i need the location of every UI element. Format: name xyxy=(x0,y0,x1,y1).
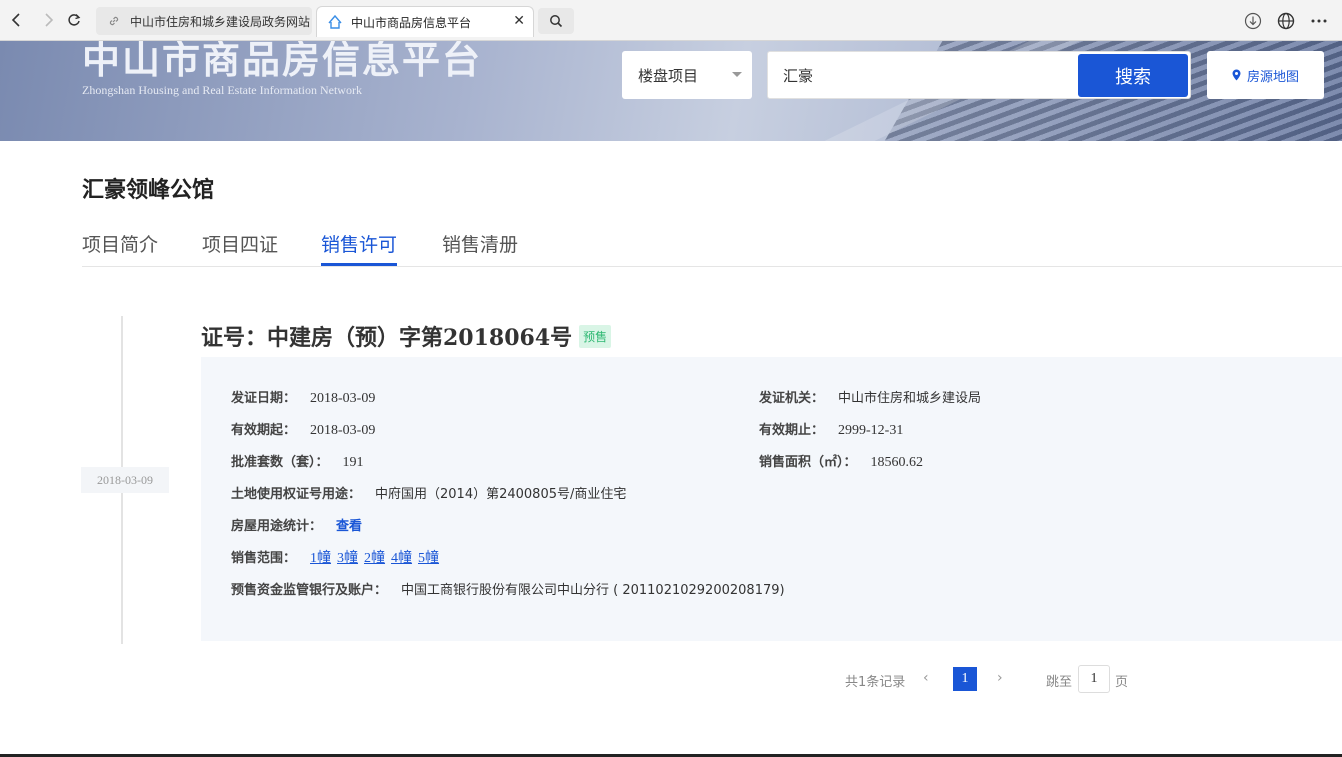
select-value: 楼盘项目 xyxy=(638,66,699,85)
housing-map-label: 房源地图 xyxy=(1246,69,1299,85)
building-link[interactable]: 1幢 xyxy=(310,551,331,566)
housing-map-button[interactable]: 房源地图 xyxy=(1207,51,1324,99)
units-row: 批准套数（套）： 191 xyxy=(231,451,364,471)
link-icon xyxy=(106,13,122,29)
valid-from-row: 有效期起： 2018-03-09 xyxy=(231,419,375,439)
field-label: 发证日期： xyxy=(231,391,297,406)
chevron-down-icon xyxy=(732,72,742,77)
close-icon[interactable]: ✕ xyxy=(513,13,525,29)
jump-label: 跳至 xyxy=(1046,675,1073,690)
field-value: 中山市住房和城乡建设局 xyxy=(838,391,982,406)
field-value: 2999-12-31 xyxy=(838,423,904,438)
back-icon[interactable] xyxy=(6,9,28,31)
field-value: 18560.62 xyxy=(870,455,924,470)
valid-to-row: 有效期止： 2999-12-31 xyxy=(759,419,903,439)
field-label: 销售范围： xyxy=(231,551,297,566)
field-label: 发证机关： xyxy=(759,391,825,406)
field-value: 2018-03-09 xyxy=(310,423,376,438)
issue-date-row: 发证日期： 2018-03-09 xyxy=(231,387,375,407)
sales-scope-row: 销售范围： 1幢 3幢 2幢 4幢 5幢 xyxy=(231,547,445,567)
house-logo-icon xyxy=(327,14,343,30)
search-icon[interactable] xyxy=(538,8,574,34)
search-button[interactable]: 搜索 xyxy=(1078,54,1188,97)
tab-title: 中山市住房和城乡建设局政务网站 xyxy=(130,14,311,29)
field-label: 批准套数（套）： xyxy=(231,455,329,470)
tab-title: 中山市商品房信息平台 xyxy=(351,15,472,30)
tab-project-certificates[interactable]: 项目四证 xyxy=(202,230,278,266)
authority-row: 发证机关： 中山市住房和城乡建设局 xyxy=(759,387,981,406)
refresh-icon[interactable] xyxy=(63,9,85,31)
page-jump-input[interactable]: 1 xyxy=(1078,665,1110,693)
location-pin-icon xyxy=(1232,69,1241,81)
land-certificate-row: 土地使用权证号用途： 中府国用（2014）第2400805号/商业住宅 xyxy=(231,483,626,502)
next-page-button[interactable]: › xyxy=(997,670,1003,686)
search-type-select[interactable]: 楼盘项目 xyxy=(622,51,752,99)
building-link[interactable]: 5幢 xyxy=(418,551,439,566)
field-value: 191 xyxy=(342,455,364,470)
pagination-total: 共1条记录 xyxy=(845,675,906,690)
building-link[interactable]: 3幢 xyxy=(337,551,358,566)
permit-number: 证号：中建房（预）字第2018064号 xyxy=(201,325,573,351)
browser-tab-housing-bureau[interactable]: 中山市住房和城乡建设局政务网站 xyxy=(96,7,312,35)
escrow-bank-row: 预售资金监管银行及账户： 中国工商银行股份有限公司中山分行 ( 201102102… xyxy=(231,579,785,598)
project-tabs: 项目简介 项目四证 销售许可 销售清册 xyxy=(82,226,1342,267)
browser-chrome: 中山市住房和城乡建设局政务网站 中山市商品房信息平台 ✕ xyxy=(0,0,1342,41)
tab-sales-list[interactable]: 销售清册 xyxy=(442,230,518,266)
site-title[interactable]: 中山市商品房信息平台 xyxy=(82,41,482,84)
field-label: 房屋用途统计： xyxy=(231,519,323,534)
browser-tab-housing-platform[interactable]: 中山市商品房信息平台 ✕ xyxy=(316,6,534,37)
building-link[interactable]: 4幢 xyxy=(391,551,412,566)
permit-title: 证号：中建房（预）字第2018064号 预售 xyxy=(201,320,612,352)
field-value: 2018-03-09 xyxy=(310,391,376,406)
site-subtitle: Zhongshan Housing and Real Estate Inform… xyxy=(82,83,362,97)
building-link[interactable]: 2幢 xyxy=(364,551,385,566)
status-badge: 预售 xyxy=(579,324,612,348)
tab-project-intro[interactable]: 项目简介 xyxy=(82,230,158,266)
page-suffix: 页 xyxy=(1115,675,1129,690)
download-icon[interactable] xyxy=(1242,10,1264,32)
current-page-button[interactable]: 1 xyxy=(953,667,977,691)
tab-sales-permit[interactable]: 销售许可 xyxy=(321,230,398,266)
timeline-date: 2018-03-09 xyxy=(81,467,169,493)
globe-icon[interactable] xyxy=(1275,10,1297,32)
field-label: 有效期止： xyxy=(759,423,825,438)
field-value: 中国工商银行股份有限公司中山分行 ( 2011021029200208179) xyxy=(401,583,785,598)
usage-stats-row: 房屋用途统计： 查看 xyxy=(231,515,368,534)
forward-icon[interactable] xyxy=(37,9,59,31)
more-icon[interactable] xyxy=(1308,10,1330,32)
prev-page-button[interactable]: ‹ xyxy=(923,670,929,686)
field-label: 预售资金监管银行及账户： xyxy=(231,583,388,598)
field-label: 销售面积（㎡）： xyxy=(759,455,857,470)
permit-detail-panel: 发证日期： 2018-03-09 发证机关： 中山市住房和城乡建设局 有效期起： 20… xyxy=(201,357,1342,641)
search-input[interactable] xyxy=(768,52,1078,98)
field-label: 土地使用权证号用途： xyxy=(231,487,362,502)
field-value: 中府国用（2014）第2400805号/商业住宅 xyxy=(375,487,627,502)
field-label: 有效期起： xyxy=(231,423,297,438)
site-banner: 中山市商品房信息平台 Zhongshan Housing and Real Es… xyxy=(0,41,1342,141)
sales-area-row: 销售面积（㎡）： 18560.62 xyxy=(759,451,923,471)
view-usage-link[interactable]: 查看 xyxy=(336,519,362,534)
project-title: 汇豪领峰公馆 xyxy=(82,178,215,203)
